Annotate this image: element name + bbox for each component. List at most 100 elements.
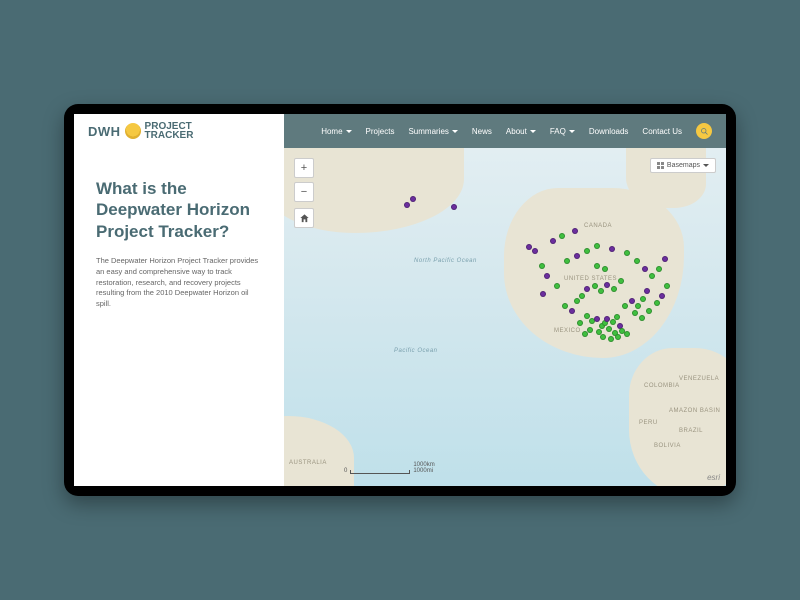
nav-item-downloads[interactable]: Downloads xyxy=(589,127,629,136)
map-point[interactable] xyxy=(649,273,655,279)
map-point[interactable] xyxy=(662,256,668,262)
map-point[interactable] xyxy=(451,204,457,210)
map-point[interactable] xyxy=(587,327,593,333)
scale-bar-graphic xyxy=(350,470,410,474)
map-point[interactable] xyxy=(640,296,646,302)
map-point[interactable] xyxy=(646,308,652,314)
landmass xyxy=(504,188,684,358)
nav-item-home[interactable]: Home xyxy=(321,127,351,136)
scale-mi: 1000mi xyxy=(413,468,434,474)
map-point[interactable] xyxy=(639,315,645,321)
nav-label: Summaries xyxy=(408,127,448,136)
device-frame: DWH PROJECT TRACKER Home Projects Summarie… xyxy=(64,104,736,496)
map-point[interactable] xyxy=(564,258,570,264)
map-point[interactable] xyxy=(550,238,556,244)
map-label-pacific: Pacific Ocean xyxy=(394,348,438,354)
basemaps-button[interactable]: Basemaps xyxy=(650,158,716,173)
map-point[interactable] xyxy=(562,303,568,309)
map-point[interactable] xyxy=(609,246,615,252)
content-body: What is the Deepwater Horizon Project Tr… xyxy=(74,148,726,486)
home-button[interactable] xyxy=(294,208,314,228)
map-point[interactable] xyxy=(634,258,640,264)
map-point[interactable] xyxy=(632,310,638,316)
logo[interactable]: DWH PROJECT TRACKER xyxy=(74,114,284,148)
map-panel[interactable]: Pacific Ocean North Pacific Ocean CANADA… xyxy=(284,148,726,486)
map-point[interactable] xyxy=(642,266,648,272)
map-point[interactable] xyxy=(574,298,580,304)
chevron-down-icon xyxy=(452,130,458,133)
zoom-out-button[interactable]: − xyxy=(294,182,314,202)
search-button[interactable] xyxy=(696,123,712,139)
map-point[interactable] xyxy=(577,320,583,326)
map-point[interactable] xyxy=(579,293,585,299)
search-icon xyxy=(700,127,709,136)
zoom-in-button[interactable]: + xyxy=(294,158,314,178)
map-point[interactable] xyxy=(618,278,624,284)
map-point[interactable] xyxy=(606,326,612,332)
map-point[interactable] xyxy=(404,202,410,208)
map-point[interactable] xyxy=(539,263,545,269)
page-description: The Deepwater Horizon Project Tracker pr… xyxy=(96,256,262,310)
map-point[interactable] xyxy=(610,319,616,325)
map-point[interactable] xyxy=(600,334,606,340)
map-point[interactable] xyxy=(614,314,620,320)
map-point[interactable] xyxy=(569,308,575,314)
map-label-colombia: COLOMBIA xyxy=(644,383,680,389)
map-point[interactable] xyxy=(622,303,628,309)
map-point[interactable] xyxy=(410,196,416,202)
map-point[interactable] xyxy=(656,266,662,272)
scale-zero: 0 xyxy=(344,468,347,474)
scale-bar: 0 1000km 1000mi xyxy=(344,462,435,474)
logo-icon xyxy=(125,123,141,139)
map-point[interactable] xyxy=(594,316,600,322)
topbar: DWH PROJECT TRACKER Home Projects Summarie… xyxy=(74,114,726,148)
map-point[interactable] xyxy=(572,228,578,234)
map-point[interactable] xyxy=(624,331,630,337)
map-point[interactable] xyxy=(554,283,560,289)
map-point[interactable] xyxy=(659,293,665,299)
grid-icon xyxy=(657,162,664,169)
logo-line2: TRACKER xyxy=(145,130,194,141)
map-point[interactable] xyxy=(584,248,590,254)
map-point[interactable] xyxy=(594,243,600,249)
map-point[interactable] xyxy=(544,273,550,279)
map-point[interactable] xyxy=(608,336,614,342)
map-point[interactable] xyxy=(582,331,588,337)
chevron-down-icon xyxy=(703,164,709,167)
map-point[interactable] xyxy=(559,233,565,239)
nav-item-summaries[interactable]: Summaries xyxy=(408,127,457,136)
screen: DWH PROJECT TRACKER Home Projects Summarie… xyxy=(74,114,726,486)
map-point[interactable] xyxy=(635,303,641,309)
nav-item-news[interactable]: News xyxy=(472,127,492,136)
map-point[interactable] xyxy=(592,283,598,289)
chevron-down-icon xyxy=(346,130,352,133)
map-point[interactable] xyxy=(611,286,617,292)
page-title: What is the Deepwater Horizon Project Tr… xyxy=(96,178,262,242)
nav-item-projects[interactable]: Projects xyxy=(366,127,395,136)
basemaps-label: Basemaps xyxy=(667,162,700,169)
map-point[interactable] xyxy=(540,291,546,297)
logo-subtitle: PROJECT TRACKER xyxy=(145,122,194,141)
zoom-controls: + − xyxy=(294,158,314,228)
map-point[interactable] xyxy=(644,288,650,294)
map-point[interactable] xyxy=(602,266,608,272)
map-point[interactable] xyxy=(526,244,532,250)
nav-item-faq[interactable]: FAQ xyxy=(550,127,575,136)
sidebar: What is the Deepwater Horizon Project Tr… xyxy=(74,148,284,486)
map-point[interactable] xyxy=(574,253,580,259)
map-point[interactable] xyxy=(584,286,590,292)
map-point[interactable] xyxy=(598,288,604,294)
nav-item-contact-us[interactable]: Contact Us xyxy=(642,127,682,136)
map-label-peru: PERU xyxy=(639,420,658,426)
map-point[interactable] xyxy=(664,283,670,289)
map-point[interactable] xyxy=(654,300,660,306)
map-point[interactable] xyxy=(629,298,635,304)
map-point[interactable] xyxy=(624,250,630,256)
map-label-canada: CANADA xyxy=(584,223,612,229)
map-point[interactable] xyxy=(604,282,610,288)
map-point[interactable] xyxy=(594,263,600,269)
nav-item-about[interactable]: About xyxy=(506,127,536,136)
map-point[interactable] xyxy=(615,334,621,340)
chevron-down-icon xyxy=(569,130,575,133)
map-point[interactable] xyxy=(532,248,538,254)
